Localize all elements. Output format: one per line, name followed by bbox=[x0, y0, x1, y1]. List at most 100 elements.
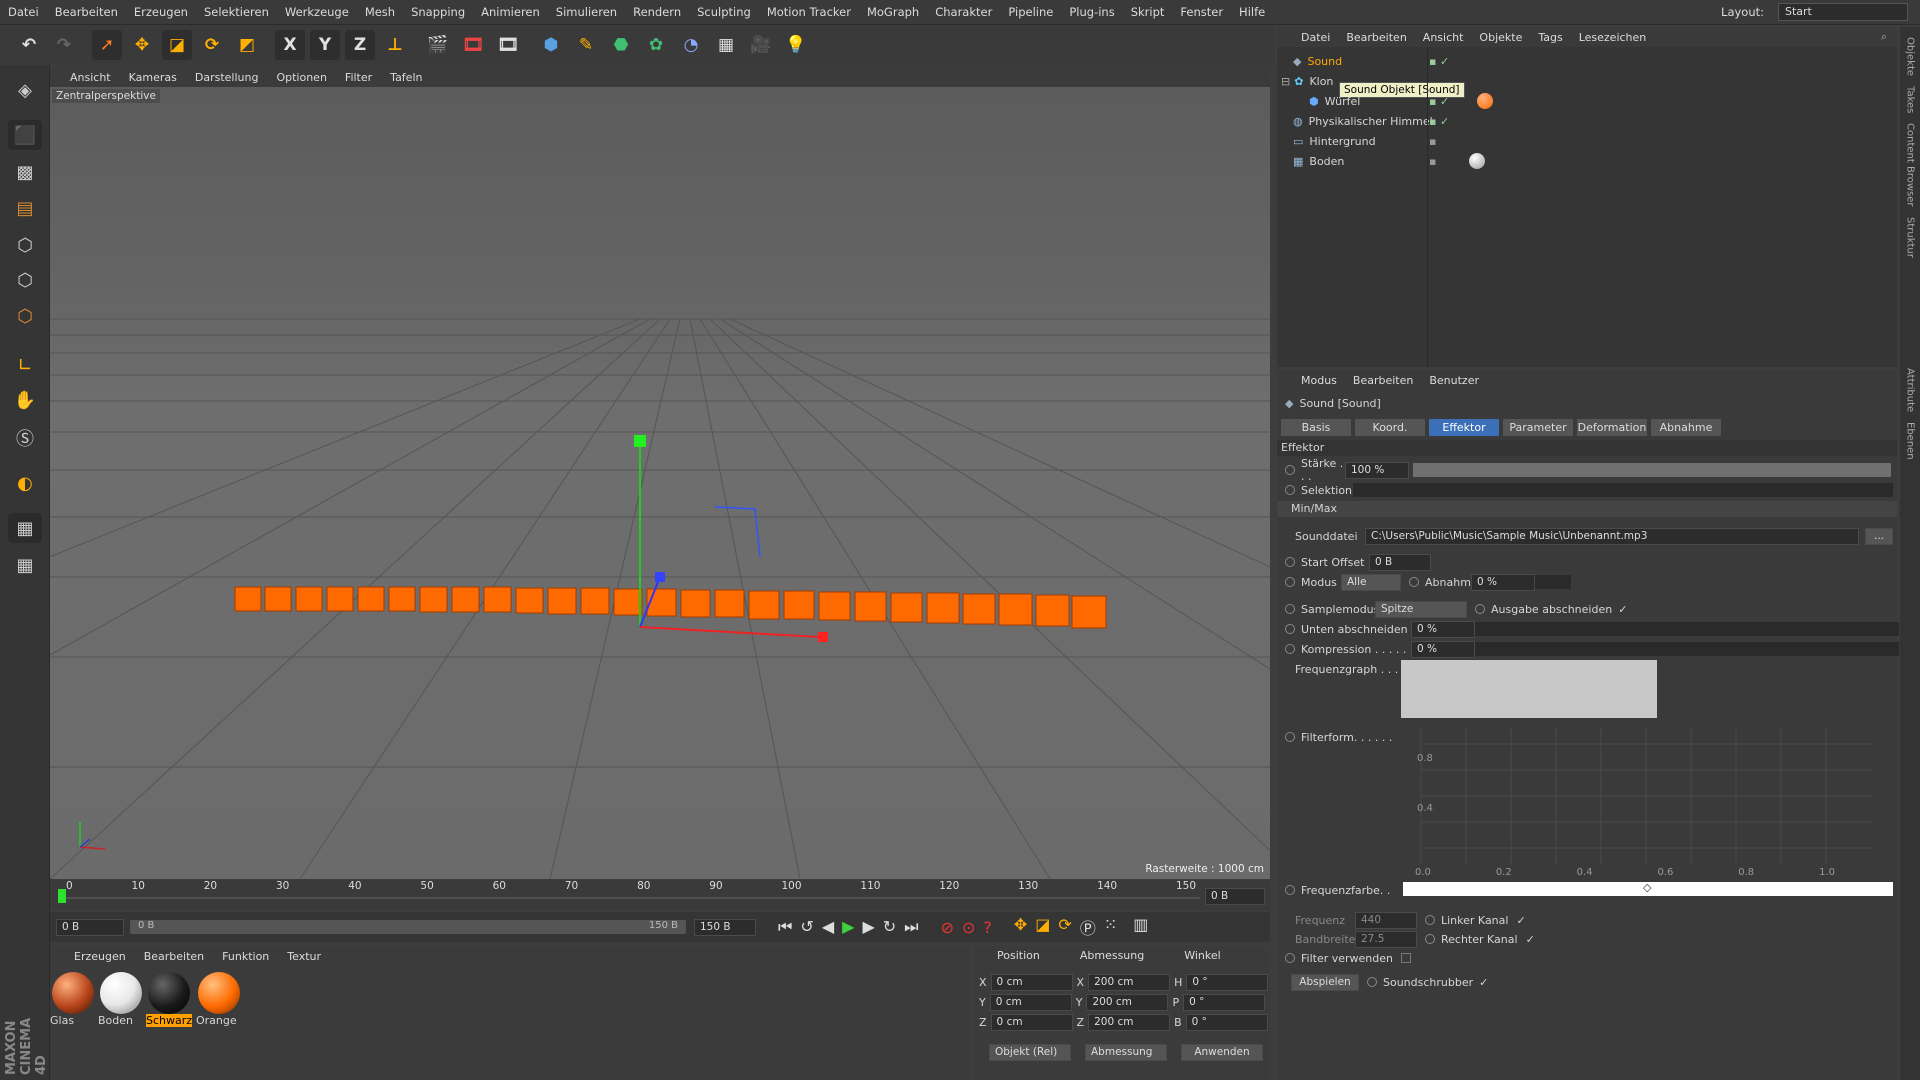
redo-button[interactable]: ↷ bbox=[49, 30, 79, 60]
attr-menu-modus[interactable]: Modus bbox=[1301, 374, 1337, 387]
abnahme-field[interactable]: 0 % bbox=[1471, 573, 1535, 591]
om-menu-datei[interactable]: Datei bbox=[1301, 31, 1330, 44]
attr-menu-benutzer[interactable]: Benutzer bbox=[1429, 374, 1479, 387]
ausgabe-checkbox[interactable]: ✓ bbox=[1618, 603, 1627, 616]
camera-button[interactable]: 🎥 bbox=[746, 30, 776, 60]
menu-snapping[interactable]: Snapping bbox=[403, 5, 473, 19]
tab-basis[interactable]: Basis bbox=[1281, 419, 1351, 436]
object-row-boden[interactable]: ▦ Boden ▪ bbox=[1277, 151, 1897, 171]
om-menu-objekte[interactable]: Objekte bbox=[1479, 31, 1522, 44]
menu-simulieren[interactable]: Simulieren bbox=[548, 5, 625, 19]
rechter-kanal-checkbox[interactable]: ✓ bbox=[1526, 933, 1535, 946]
om-menu-ansicht[interactable]: Ansicht bbox=[1423, 31, 1464, 44]
workplane-lock-button[interactable]: ▦ bbox=[8, 513, 42, 543]
animate-radio[interactable] bbox=[1409, 577, 1419, 587]
keyframe-selection-icon[interactable]: ? bbox=[983, 918, 992, 937]
unten-field[interactable]: 0 % bbox=[1411, 620, 1475, 638]
object-row-wuerfel[interactable]: ⬢ Würfel ▪ ✓ bbox=[1277, 91, 1897, 111]
current-frame-field[interactable]: 0 B bbox=[1205, 888, 1265, 905]
material-glas[interactable]: Glas bbox=[50, 972, 96, 1027]
coord-mode-dropdown[interactable]: Objekt (Rel) bbox=[989, 1044, 1071, 1061]
animate-radio[interactable] bbox=[1285, 732, 1295, 742]
menu-selektieren[interactable]: Selektieren bbox=[196, 5, 277, 19]
object-row-himmel[interactable]: ◍ Physikalischer Himmel ▪ ✓ bbox=[1277, 111, 1897, 131]
visibility-icon[interactable]: ▪ bbox=[1429, 135, 1436, 148]
menu-mesh[interactable]: Mesh bbox=[357, 5, 403, 19]
abnahme-slider[interactable] bbox=[1535, 575, 1571, 589]
menu-erzeugen[interactable]: Erzeugen bbox=[126, 5, 196, 19]
gradient-knot-icon[interactable]: ◇ bbox=[1643, 881, 1651, 894]
side-tab-objekte[interactable]: Objekte bbox=[1905, 37, 1916, 76]
position-x-field[interactable]: 0 cm bbox=[990, 974, 1073, 991]
menu-bearbeiten[interactable]: Bearbeiten bbox=[47, 5, 126, 19]
bandbreite-field[interactable]: 27.5 bbox=[1355, 930, 1417, 948]
tab-deformation[interactable]: Deformation bbox=[1577, 419, 1647, 436]
axis-mode-button[interactable]: ∟ bbox=[8, 350, 42, 380]
menu-hilfe[interactable]: Hilfe bbox=[1231, 5, 1273, 19]
material-orange[interactable]: Orange bbox=[196, 972, 242, 1027]
visibility-icon[interactable]: ▪ bbox=[1429, 155, 1436, 168]
snap-button[interactable]: Ⓢ bbox=[8, 423, 42, 453]
frequency-color-gradient[interactable]: ◇ bbox=[1403, 881, 1893, 896]
animate-radio[interactable] bbox=[1285, 885, 1295, 895]
material-tag-icon[interactable] bbox=[1477, 93, 1493, 109]
menu-fenster[interactable]: Fenster bbox=[1172, 5, 1231, 19]
spline-pen-button[interactable]: ✎ bbox=[571, 30, 601, 60]
animate-radio[interactable] bbox=[1285, 577, 1295, 587]
prev-key-icon[interactable]: ↺ bbox=[800, 917, 813, 937]
cube-primitive-button[interactable]: ⬢ bbox=[536, 30, 566, 60]
material-boden[interactable]: Boden bbox=[98, 972, 144, 1027]
object-row-sound[interactable]: ◆ Sound ▪ ✓ bbox=[1277, 51, 1897, 71]
angle-h-field[interactable]: 0 ° bbox=[1186, 974, 1269, 991]
viewport-menu-optionen[interactable]: Optionen bbox=[276, 71, 326, 84]
menu-rendern[interactable]: Rendern bbox=[625, 5, 689, 19]
rotate-tool-button[interactable]: ⟳ bbox=[197, 30, 227, 60]
size-x-field[interactable]: 200 cm bbox=[1088, 974, 1171, 991]
texture-mode-button[interactable]: ▩ bbox=[8, 157, 42, 187]
object-row-hintergrund[interactable]: ▭ Hintergrund ▪ bbox=[1277, 131, 1897, 151]
render-view-button[interactable]: 🎬 bbox=[423, 30, 453, 60]
samplemodus-dropdown[interactable]: Spitze bbox=[1375, 600, 1467, 618]
frequenz-field[interactable]: 440 bbox=[1355, 911, 1417, 929]
animate-radio[interactable] bbox=[1285, 557, 1295, 567]
animate-radio[interactable] bbox=[1285, 953, 1295, 963]
viewport-menu-filter[interactable]: Filter bbox=[345, 71, 372, 84]
magnet-button[interactable]: ◐ bbox=[8, 468, 42, 498]
angle-p-field[interactable]: 0 ° bbox=[1183, 994, 1266, 1011]
scene-floor-button[interactable]: ▦ bbox=[711, 30, 741, 60]
object-name[interactable]: Hintergrund bbox=[1309, 135, 1375, 148]
tab-abnahme[interactable]: Abnahme bbox=[1651, 419, 1721, 436]
start-frame-field[interactable]: 0 B bbox=[56, 918, 124, 936]
filter-checkbox[interactable] bbox=[1401, 953, 1411, 963]
om-menu-bearbeiten[interactable]: Bearbeiten bbox=[1346, 31, 1406, 44]
filter-curve-graph[interactable] bbox=[1401, 728, 1871, 868]
light-button[interactable]: 💡 bbox=[781, 30, 811, 60]
collapse-icon[interactable]: ⊟ bbox=[1281, 75, 1290, 88]
points-mode-button[interactable]: ⬡ bbox=[8, 230, 42, 260]
play-icon[interactable]: ▶ bbox=[842, 917, 854, 937]
next-key-icon[interactable]: ↻ bbox=[883, 917, 896, 937]
visibility-check-icon[interactable]: ▪ ✓ bbox=[1429, 95, 1449, 108]
render-settings-button[interactable]: 🎞 bbox=[493, 30, 523, 60]
nurbs-button[interactable]: ⬣ bbox=[606, 30, 636, 60]
menu-datei[interactable]: Datei bbox=[0, 5, 47, 19]
x-axis-button[interactable]: X bbox=[275, 30, 305, 60]
edges-mode-button[interactable]: ⬡ bbox=[8, 265, 42, 295]
soundschrubber-checkbox[interactable]: ✓ bbox=[1479, 976, 1488, 989]
key-position-icon[interactable]: ✥ bbox=[1014, 915, 1027, 939]
size-y-field[interactable]: 200 cm bbox=[1086, 994, 1169, 1011]
animate-radio[interactable] bbox=[1367, 977, 1377, 987]
side-tab-takes[interactable]: Takes bbox=[1905, 86, 1916, 113]
linker-kanal-checkbox[interactable]: ✓ bbox=[1516, 914, 1525, 927]
timeline-layout-icon[interactable]: ▥ bbox=[1133, 915, 1148, 939]
scale-tool-button[interactable]: ◪ bbox=[162, 30, 192, 60]
goto-end-icon[interactable]: ⏭ bbox=[904, 917, 918, 937]
record-icon[interactable]: ⊘ bbox=[941, 918, 954, 937]
viewport-menu-kameras[interactable]: Kameras bbox=[129, 71, 177, 84]
y-axis-button[interactable]: Y bbox=[310, 30, 340, 60]
object-name[interactable]: Physikalischer Himmel bbox=[1309, 115, 1433, 128]
menu-motion-tracker[interactable]: Motion Tracker bbox=[759, 5, 859, 19]
viewport-menu-tafeln[interactable]: Tafeln bbox=[390, 71, 422, 84]
timeline-ruler[interactable]: 0 10 20 30 40 50 60 70 80 90 100 110 120… bbox=[50, 880, 1270, 910]
make-editable-button[interactable]: ◈ bbox=[8, 75, 42, 105]
